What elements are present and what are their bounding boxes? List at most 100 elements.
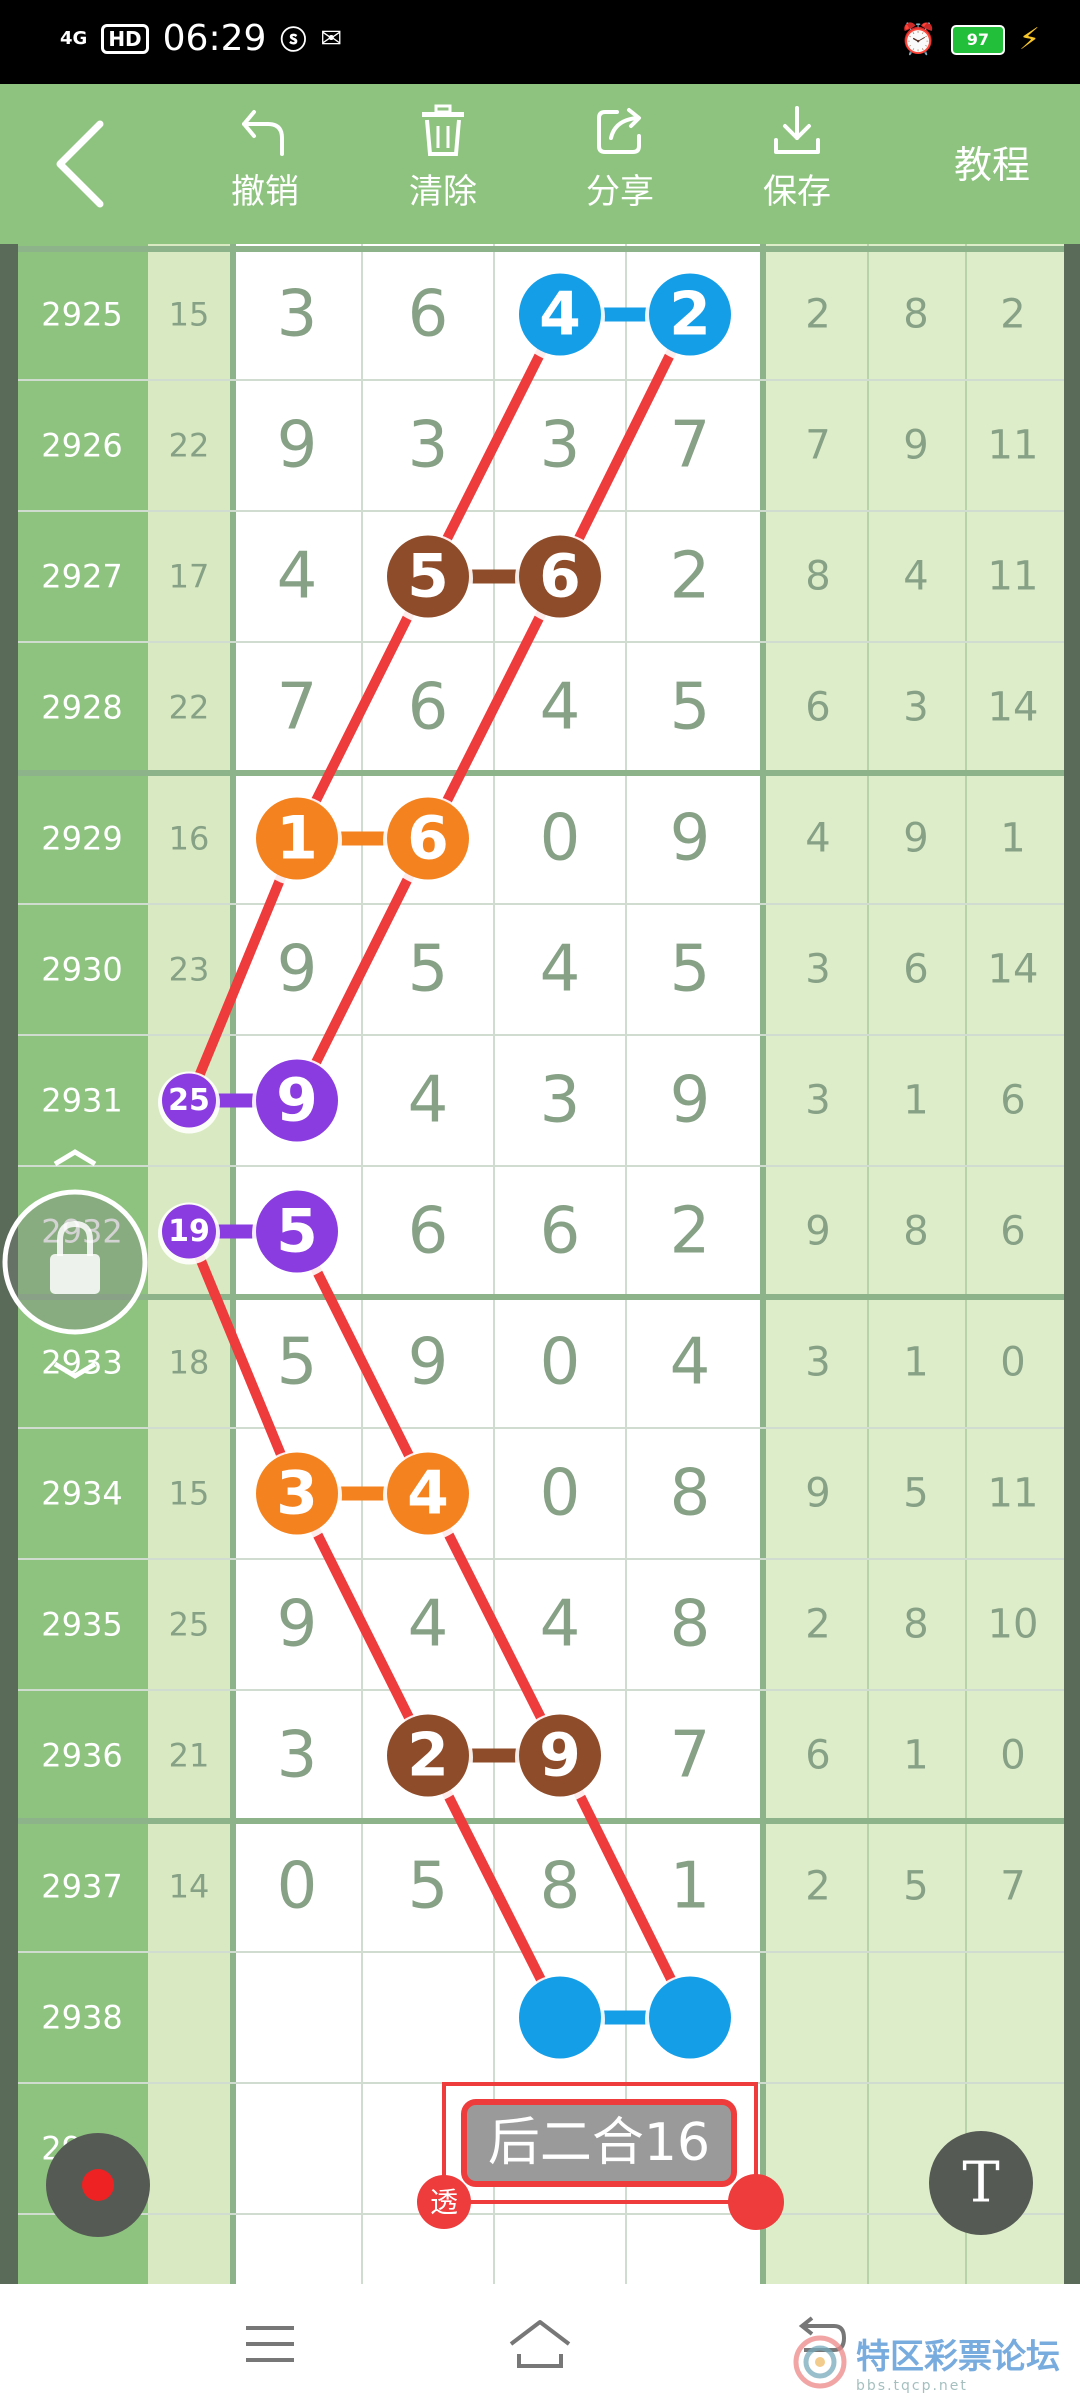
digit-cell: 8 — [670, 1588, 711, 1662]
marker-value: 25 — [168, 1083, 210, 1118]
digit-cell: 9 — [277, 933, 318, 1007]
number-marker — [649, 1976, 731, 2059]
text-tool-button[interactable]: T — [929, 2131, 1033, 2235]
digit-cell: 9 — [277, 1588, 318, 1662]
issue-number: 2929 — [41, 820, 122, 858]
stat-cell: 2 — [805, 1602, 830, 1648]
network-indicator: 4G — [60, 27, 88, 49]
digit-cell: 4 — [540, 933, 581, 1007]
marker-value: 9 — [539, 1721, 581, 1791]
back-button[interactable] — [48, 114, 118, 214]
chevron-left-icon — [56, 120, 104, 208]
issue-number: 2933 — [41, 1344, 122, 1382]
digit-cell: 5 — [670, 933, 711, 1007]
stat-cell: 14 — [988, 947, 1039, 993]
trend-grid[interactable]: 2925153642282292622933779112927174562841… — [0, 244, 1080, 2284]
digit-cell: 4 — [408, 1064, 449, 1138]
digit-cell: 6 — [408, 671, 449, 745]
issue-number: 2934 — [41, 1475, 122, 1513]
status-time: 06:29 — [162, 18, 267, 59]
stat-cell: 5 — [903, 1864, 928, 1910]
issue-number: 2938 — [41, 1999, 122, 2037]
digit-cell: 5 — [408, 1850, 449, 1924]
digit-cell: 2 — [670, 1195, 711, 1269]
forum-logo-icon — [793, 2335, 847, 2388]
stat-cell: 1 — [1000, 816, 1025, 862]
stat-cell: 4 — [805, 816, 830, 862]
digit-cell: 1 — [670, 1850, 711, 1924]
digit-cell: 7 — [670, 1719, 711, 1793]
stat-cell: 2 — [805, 292, 830, 338]
stat-cell: 11 — [988, 554, 1039, 600]
digit-cell: 5 — [408, 933, 449, 1007]
stat-cell: 2 — [805, 1864, 830, 1910]
annotation-label: 后二合16 — [488, 2113, 710, 2173]
stat-cell: 6 — [1000, 1078, 1025, 1124]
sum-value: 23 — [169, 951, 210, 989]
digit-cell: 0 — [540, 802, 581, 876]
status-bar: 4G HD 06:29 ⓢ ✉ ⏰ 97 ⚡ — [0, 0, 1080, 84]
digit-cell: 0 — [540, 1326, 581, 1400]
digit-cell: 3 — [277, 278, 318, 352]
stat-cell: 3 — [903, 685, 928, 731]
sum-value: 25 — [169, 1606, 210, 1644]
issue-number: 2936 — [41, 1737, 122, 1775]
record-button[interactable] — [46, 2133, 150, 2237]
home-button[interactable] — [505, 2314, 575, 2378]
issue-number: 2928 — [41, 689, 122, 727]
digit-cell: 3 — [540, 409, 581, 483]
sum-value: 22 — [169, 689, 210, 727]
hd-badge: HD — [101, 23, 149, 54]
notification-icon: ⓢ — [280, 26, 307, 56]
clear-button[interactable]: 清除 — [388, 104, 498, 213]
stats-column — [766, 244, 1064, 2284]
issue-number: 2925 — [41, 296, 122, 334]
stat-cell: 5 — [903, 1471, 928, 1517]
stat-cell: 1 — [903, 1733, 928, 1779]
digit-cell: 9 — [408, 1326, 449, 1400]
navigation-bar: 特区彩票论坛 bbs.tqcp.net — [0, 2284, 1080, 2408]
stat-cell: 11 — [988, 423, 1039, 469]
tutorial-link[interactable]: 教程 — [954, 134, 1030, 189]
home-icon — [509, 2320, 571, 2368]
stat-cell: 6 — [805, 685, 830, 731]
stat-cell: 14 — [988, 685, 1039, 731]
digit-cell: 4 — [540, 1588, 581, 1662]
issue-number: 2926 — [41, 427, 122, 465]
stat-cell: 8 — [903, 292, 928, 338]
issue-number: 2927 — [41, 558, 122, 596]
issue-number: 2935 — [41, 1606, 122, 1644]
stat-cell: 7 — [1000, 1864, 1025, 1910]
undo-button[interactable]: 撤销 — [210, 104, 320, 213]
digit-cell: 4 — [408, 1588, 449, 1662]
digit-cell: 4 — [277, 540, 318, 614]
save-button[interactable]: 保存 — [742, 104, 852, 213]
column-divider — [760, 244, 766, 2284]
digit-cell: 9 — [277, 409, 318, 483]
menu-icon — [246, 2326, 294, 2362]
resize-handle[interactable] — [728, 2174, 784, 2230]
stat-cell: 4 — [903, 554, 928, 600]
trend-grid-canvas[interactable]: 2925153642282292622933779112927174562841… — [0, 244, 1080, 2284]
digit-cell: 3 — [408, 409, 449, 483]
digit-cell: 6 — [540, 1195, 581, 1269]
undo-icon — [242, 110, 284, 156]
menu-button[interactable] — [240, 2314, 300, 2378]
digit-cell: 5 — [277, 1326, 318, 1400]
stat-cell: 1 — [903, 1340, 928, 1386]
stat-cell: 7 — [805, 423, 830, 469]
stat-cell: 8 — [903, 1209, 928, 1255]
share-button[interactable]: 分享 — [565, 104, 675, 213]
digit-cell: 2 — [670, 540, 711, 614]
marker-value: 9 — [276, 1066, 318, 1136]
stat-cell: 6 — [1000, 1209, 1025, 1255]
digit-cell: 4 — [540, 671, 581, 745]
stat-cell: 3 — [805, 1340, 830, 1386]
stat-cell: 6 — [903, 947, 928, 993]
marker-value: 4 — [407, 1459, 449, 1529]
right-edge — [1064, 244, 1080, 2284]
table-row: 2938 — [41, 1999, 122, 2037]
sum-value: 15 — [169, 296, 210, 334]
digit-cell: 9 — [670, 802, 711, 876]
stat-cell: 9 — [903, 423, 928, 469]
